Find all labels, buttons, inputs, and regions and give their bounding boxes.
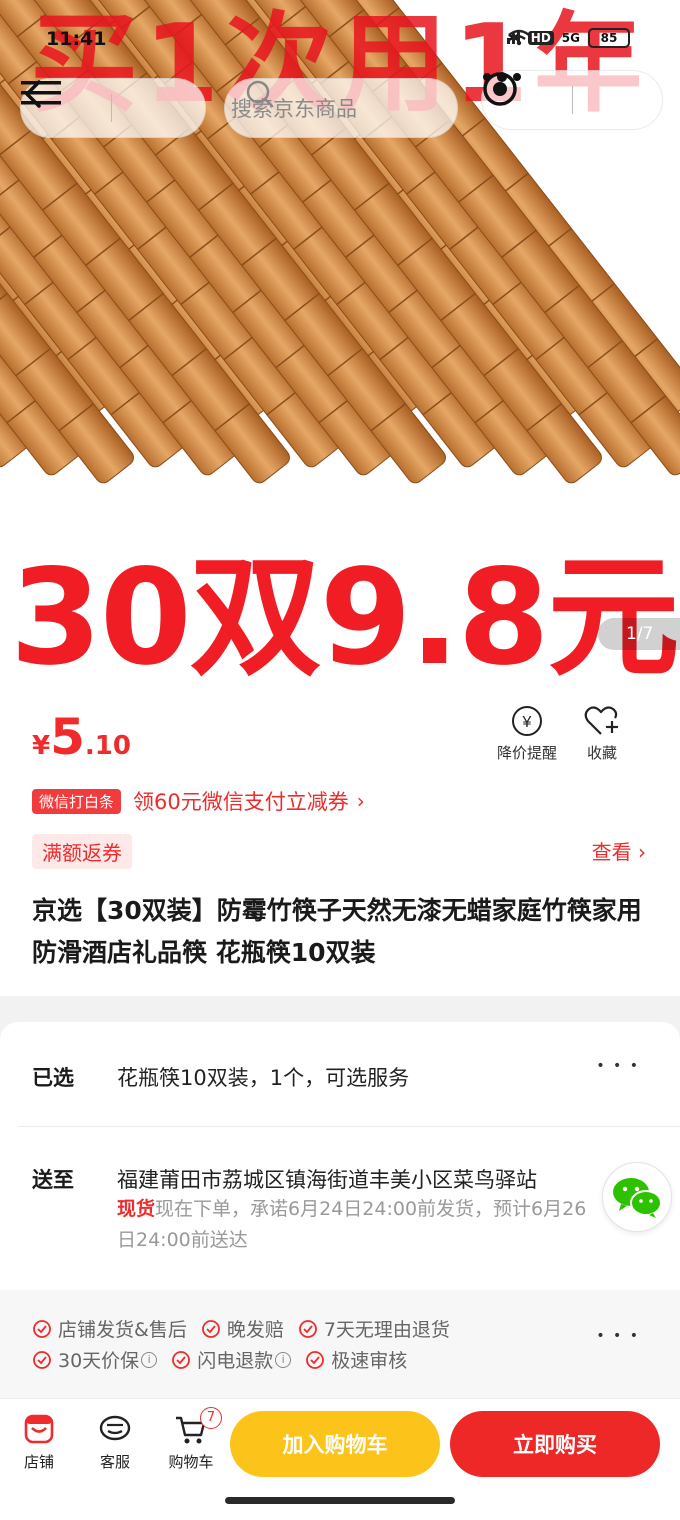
promo-view-link[interactable]: 查看 › bbox=[592, 836, 646, 865]
guarantee-section[interactable]: 店铺发货&售后 晚发赔 7天无理由退货 30天价保 i 闪电退款 i 极速审核 • … bbox=[0, 1290, 680, 1398]
product-title: 京选【30双装】防霉竹筷子天然无漆无蜡家庭竹筷家用防滑酒店礼品筷 花瓶筷10双装 bbox=[32, 896, 642, 967]
guarantee-item: 晚发赔 bbox=[201, 1315, 284, 1342]
guarantee-label: 30天价保 bbox=[58, 1350, 140, 1372]
promo-tag: 满额返券 bbox=[32, 834, 132, 869]
service-label: 客服 bbox=[99, 1453, 130, 1471]
mini-program-capsule bbox=[481, 70, 663, 130]
signal-icon bbox=[507, 30, 521, 44]
network-icon: 5G bbox=[561, 31, 580, 45]
favorite-button[interactable]: 收藏 bbox=[562, 704, 642, 763]
check-circle-icon bbox=[201, 1319, 220, 1338]
cart-label: 购物车 bbox=[168, 1453, 214, 1471]
more-dots-icon[interactable]: • • • bbox=[596, 1328, 640, 1344]
price-drop-remind-button[interactable]: ¥ 降价提醒 bbox=[487, 704, 567, 763]
status-bar: 11:41 ✱ HD 5G 85 bbox=[0, 28, 680, 56]
svg-text:¥: ¥ bbox=[522, 714, 532, 731]
delivery-promise: 现在下单，承诺6月24日24:00前发货，预计6月26日24:00前送达 bbox=[117, 1198, 587, 1251]
product-page: 买1次用1年 30双9.8元 1/7 11:41 ✱ HD 5G 85 bbox=[0, 0, 680, 1520]
product-image[interactable]: 买1次用1年 30双9.8元 1/7 11:41 ✱ HD 5G 85 bbox=[0, 0, 680, 690]
ship-address: 福建莆田市荔城区镇海街道丰美小区菜鸟驿站 bbox=[117, 1168, 537, 1192]
guarantee-item: 店铺发货&售后 bbox=[32, 1315, 187, 1342]
buy-now-button[interactable]: 立即购买 bbox=[450, 1411, 660, 1477]
service-button[interactable]: 客服 bbox=[80, 1413, 150, 1472]
bottom-action-bar: 店铺 客服 购物车 7 加入购物车 立即购买 bbox=[0, 1398, 680, 1520]
guarantee-line-2: 30天价保 i 闪电退款 i 极速审核 bbox=[32, 1346, 421, 1373]
check-circle-icon bbox=[33, 1350, 51, 1369]
cart-button[interactable]: 购物车 7 bbox=[156, 1407, 226, 1472]
price-drop-remind-label: 降价提醒 bbox=[496, 744, 557, 762]
promo-view-label: 查看 bbox=[591, 840, 632, 864]
menu-button[interactable] bbox=[21, 78, 202, 138]
guarantee-label: 极速审核 bbox=[331, 1350, 408, 1372]
shop-button[interactable]: 店铺 bbox=[4, 1413, 74, 1472]
selected-label: 已选 bbox=[32, 1066, 74, 1090]
guarantee-label: 晚发赔 bbox=[226, 1319, 284, 1341]
info-icon: i bbox=[275, 1351, 292, 1368]
info-icon: i bbox=[141, 1351, 158, 1368]
status-time: 11:41 bbox=[46, 28, 107, 50]
delivery-info: 现货现在下单，承诺6月24日24:00前发货，预计6月26日24:00前送达 bbox=[117, 1194, 597, 1256]
price-alert-icon: ¥ bbox=[512, 706, 542, 736]
menu-icon bbox=[21, 81, 61, 105]
guarantee-label: 7天无理由退货 bbox=[323, 1319, 450, 1341]
product-info: ¥5.10 ¥ 降价提醒 收藏 微信打白条 领60元微信支付立减券 › 满额返券… bbox=[0, 690, 680, 996]
price-decimal: .10 bbox=[84, 731, 131, 761]
shop-icon bbox=[24, 1414, 54, 1444]
home-indicator bbox=[225, 1497, 455, 1504]
chevron-right-icon: › bbox=[356, 789, 365, 813]
price: ¥5.10 bbox=[32, 708, 131, 766]
heart-plus-icon bbox=[584, 706, 618, 735]
check-circle-icon bbox=[33, 1319, 51, 1338]
wechat-share-button[interactable] bbox=[602, 1162, 672, 1232]
more-dots-icon[interactable]: • • • bbox=[596, 1058, 640, 1074]
price-integer: 5 bbox=[50, 708, 85, 766]
close-button[interactable] bbox=[483, 70, 663, 130]
shop-label: 店铺 bbox=[23, 1453, 54, 1471]
wechat-coupon-row[interactable]: 微信打白条 领60元微信支付立减券 › bbox=[32, 786, 365, 816]
guarantee-item: 7天无理由退货 bbox=[298, 1315, 450, 1342]
check-circle-icon bbox=[306, 1350, 325, 1369]
guarantee-line-1: 店铺发货&售后 晚发赔 7天无理由退货 bbox=[32, 1315, 464, 1342]
search-bar[interactable]: 搜索京东商品 bbox=[224, 78, 458, 138]
add-to-cart-button[interactable]: 加入购物车 bbox=[230, 1411, 440, 1477]
nav-capsule-left bbox=[20, 78, 206, 138]
check-circle-icon bbox=[298, 1319, 317, 1338]
guarantee-label: 闪电退款 bbox=[197, 1350, 274, 1372]
selected-value: 花瓶筷10双装，1个，可选服务 bbox=[117, 1066, 410, 1090]
guarantee-item: 30天价保 i bbox=[32, 1346, 158, 1373]
ship-label: 送至 bbox=[32, 1168, 74, 1192]
target-close-icon bbox=[483, 72, 517, 106]
hd-icon: HD bbox=[527, 31, 554, 45]
customer-service-icon bbox=[99, 1415, 131, 1441]
favorite-label: 收藏 bbox=[586, 744, 617, 762]
divider bbox=[18, 1126, 680, 1127]
price-currency: ¥ bbox=[32, 731, 51, 761]
cart-count-badge: 7 bbox=[200, 1407, 222, 1429]
stock-status: 现货 bbox=[117, 1198, 156, 1220]
guarantee-label: 店铺发货&售后 bbox=[58, 1319, 187, 1341]
status-icons: ✱ HD 5G 85 bbox=[507, 28, 630, 48]
check-circle-icon bbox=[172, 1350, 191, 1369]
coupon-tag: 微信打白条 bbox=[32, 788, 122, 814]
spec-card: 已选 花瓶筷10双装，1个，可选服务 • • • 送至 福建莆田市荔城区镇海街道… bbox=[0, 1022, 680, 1290]
banner-price: 30双9.8元 bbox=[10, 541, 680, 690]
search-icon bbox=[246, 80, 274, 108]
chevron-right-icon: › bbox=[638, 840, 646, 864]
guarantee-item: 极速审核 bbox=[305, 1346, 407, 1373]
battery-icon: 85 bbox=[588, 28, 630, 48]
coupon-text: 领60元微信支付立减券 bbox=[133, 790, 349, 814]
guarantee-item: 闪电退款 i bbox=[171, 1346, 292, 1373]
wechat-icon bbox=[613, 1178, 662, 1218]
image-pager: 1/7 bbox=[598, 618, 680, 650]
